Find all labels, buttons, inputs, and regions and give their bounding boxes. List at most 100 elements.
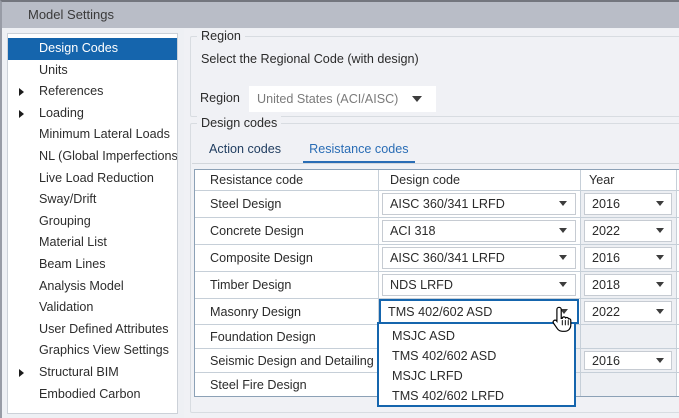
dropdown-value: 2022	[592, 302, 620, 321]
settings-content-panel: Region Select the Regional Code (with de…	[184, 29, 679, 418]
sidebar-item-label: References	[39, 84, 103, 98]
design-code-dropdown[interactable]: NDS LRFD	[382, 274, 576, 296]
sidebar-item-label: Beam Lines	[39, 257, 106, 271]
sidebar-item-label: Live Load Reduction	[39, 171, 154, 185]
design-code-dropdown[interactable]: AISC 360/341 LRFD	[382, 193, 576, 215]
sidebar-item-structural-bim[interactable]: Structural BIM	[8, 362, 177, 384]
year-dropdown[interactable]: 2016	[584, 247, 672, 269]
table-row-steel-design: Steel Design AISC 360/341 LRFD 2016	[195, 190, 679, 217]
row-label: Composite Design	[195, 245, 378, 271]
hand-cursor-icon	[550, 306, 572, 339]
sidebar-item-material-list[interactable]: Material List	[8, 232, 177, 254]
model-settings-dialog: Model Settings Design Codes Units Refere…	[0, 0, 679, 418]
column-header-year: Year	[580, 170, 676, 190]
chevron-down-icon	[656, 282, 664, 287]
chevron-down-icon	[656, 228, 664, 233]
row-label: Foundation Design	[195, 325, 378, 348]
chevron-down-icon	[656, 358, 664, 363]
sidebar-item-beam-lines[interactable]: Beam Lines	[8, 254, 177, 276]
dropdown-option-msjc-lrfd[interactable]: MSJC LRFD	[379, 366, 574, 386]
sidebar-item-sway-drift[interactable]: Sway/Drift	[8, 189, 177, 211]
design-code-dropdown[interactable]: AISC 360/341 LRFD	[382, 247, 576, 269]
year-dropdown[interactable]: 2016	[584, 193, 672, 215]
region-dropdown-value: United States (ACI/AISC)	[257, 92, 398, 106]
design-code-dropdown[interactable]: ACI 318	[382, 220, 576, 242]
dropdown-value: 2016	[592, 194, 620, 214]
chevron-down-icon	[656, 201, 664, 206]
chevron-down-icon	[559, 228, 567, 233]
sidebar-item-nl-global-imperfections[interactable]: NL (Global Imperfections)	[8, 146, 177, 168]
chevron-down-icon	[559, 282, 567, 287]
sidebar-item-analysis-model[interactable]: Analysis Model	[8, 276, 177, 298]
dropdown-value: 2016	[592, 352, 620, 369]
sidebar-item-label: Loading	[39, 106, 84, 120]
sidebar-item-minimum-lateral-loads[interactable]: Minimum Lateral Loads	[8, 124, 177, 146]
sidebar-item-label: Minimum Lateral Loads	[39, 127, 170, 141]
table-row-composite-design: Composite Design AISC 360/341 LRFD 2016	[195, 244, 679, 271]
dropdown-value: AISC 360/341 LRFD	[390, 248, 505, 268]
chevron-down-icon	[656, 255, 664, 260]
sidebar-item-label: Embodied Carbon	[39, 387, 141, 401]
sidebar-item-label: Grouping	[39, 214, 91, 228]
row-label: Seismic Design and Detailing	[195, 349, 378, 372]
region-field-label: Region	[200, 91, 240, 105]
row-label: Steel Design	[195, 191, 378, 217]
table-row-concrete-design: Concrete Design ACI 318 2022	[195, 217, 679, 244]
sidebar-item-embodied-carbon[interactable]: Embodied Carbon	[8, 384, 177, 406]
year-dropdown[interactable]: 2018	[584, 274, 672, 296]
dropdown-value: TMS 402/602 ASD	[388, 301, 492, 322]
sidebar-item-label: Units	[39, 63, 68, 77]
chevron-down-icon	[559, 255, 567, 260]
dropdown-option-tms-402-602-asd[interactable]: TMS 402/602 ASD	[379, 346, 574, 366]
window-title: Model Settings	[28, 7, 114, 22]
tab-action-codes[interactable]: Action codes	[203, 138, 287, 161]
region-dropdown[interactable]: United States (ACI/AISC)	[249, 86, 436, 112]
sidebar-item-grouping[interactable]: Grouping	[8, 211, 177, 233]
table-row-masonry-design: Masonry Design TMS 402/602 ASD 2022	[195, 298, 679, 324]
year-dropdown[interactable]: 2022	[584, 220, 672, 242]
region-description: Select the Regional Code (with design)	[201, 52, 419, 66]
masonry-design-code-dropdown-open[interactable]: TMS 402/602 ASD	[379, 299, 579, 324]
sidebar-item-validation[interactable]: Validation	[8, 297, 177, 319]
year-dropdown[interactable]: 2022	[584, 301, 672, 322]
sidebar-item-label: Analysis Model	[39, 279, 124, 293]
sidebar-item-live-load-reduction[interactable]: Live Load Reduction	[8, 168, 177, 190]
sidebar-item-references[interactable]: References	[8, 81, 177, 103]
design-codes-groupbox-title: Design codes	[197, 116, 281, 130]
dropdown-value: AISC 360/341 LRFD	[390, 194, 505, 214]
expand-arrow-icon[interactable]	[19, 110, 24, 118]
table-row-timber-design: Timber Design NDS LRFD 2018	[195, 271, 679, 298]
row-label: Timber Design	[195, 272, 378, 298]
title-bar: Model Settings	[2, 2, 679, 28]
dropdown-option-tms-402-602-lrfd[interactable]: TMS 402/602 LRFD	[379, 386, 574, 406]
year-dropdown[interactable]: 2016	[584, 351, 672, 370]
chevron-down-icon	[559, 201, 567, 206]
row-label: Concrete Design	[195, 218, 378, 244]
row-label: Steel Fire Design	[195, 373, 378, 396]
region-groupbox-title: Region	[197, 29, 245, 43]
table-header-row: Resistance code Design code Year	[195, 170, 679, 190]
dropdown-value: 2022	[592, 221, 620, 241]
expand-arrow-icon[interactable]	[19, 88, 24, 96]
dropdown-value: NDS LRFD	[390, 275, 453, 295]
dropdown-value: 2018	[592, 275, 620, 295]
sidebar-item-label: Structural BIM	[39, 365, 119, 379]
column-header-resistance-code: Resistance code	[195, 170, 378, 190]
sidebar-item-user-defined-attributes[interactable]: User Defined Attributes	[8, 319, 177, 341]
settings-sidebar: Design Codes Units References Loading Mi…	[7, 33, 178, 414]
sidebar-item-label: Design Codes	[39, 41, 118, 55]
dropdown-value: ACI 318	[390, 221, 436, 241]
masonry-design-dropdown-list: MSJC ASD TMS 402/602 ASD MSJC LRFD TMS 4…	[377, 322, 576, 407]
expand-arrow-icon[interactable]	[19, 369, 24, 377]
dropdown-option-msjc-asd[interactable]: MSJC ASD	[379, 326, 574, 346]
chevron-down-icon	[412, 96, 422, 102]
sidebar-item-graphics-view-settings[interactable]: Graphics View Settings	[8, 340, 177, 362]
sidebar-item-label: Graphics View Settings	[39, 343, 169, 357]
sidebar-item-label: Validation	[39, 300, 93, 314]
sidebar-item-loading[interactable]: Loading	[8, 103, 177, 125]
chevron-down-icon	[656, 309, 664, 314]
sidebar-item-label: Material List	[39, 235, 107, 249]
tab-resistance-codes[interactable]: Resistance codes	[303, 138, 414, 164]
sidebar-item-units[interactable]: Units	[8, 60, 177, 82]
sidebar-item-design-codes[interactable]: Design Codes	[8, 38, 177, 60]
